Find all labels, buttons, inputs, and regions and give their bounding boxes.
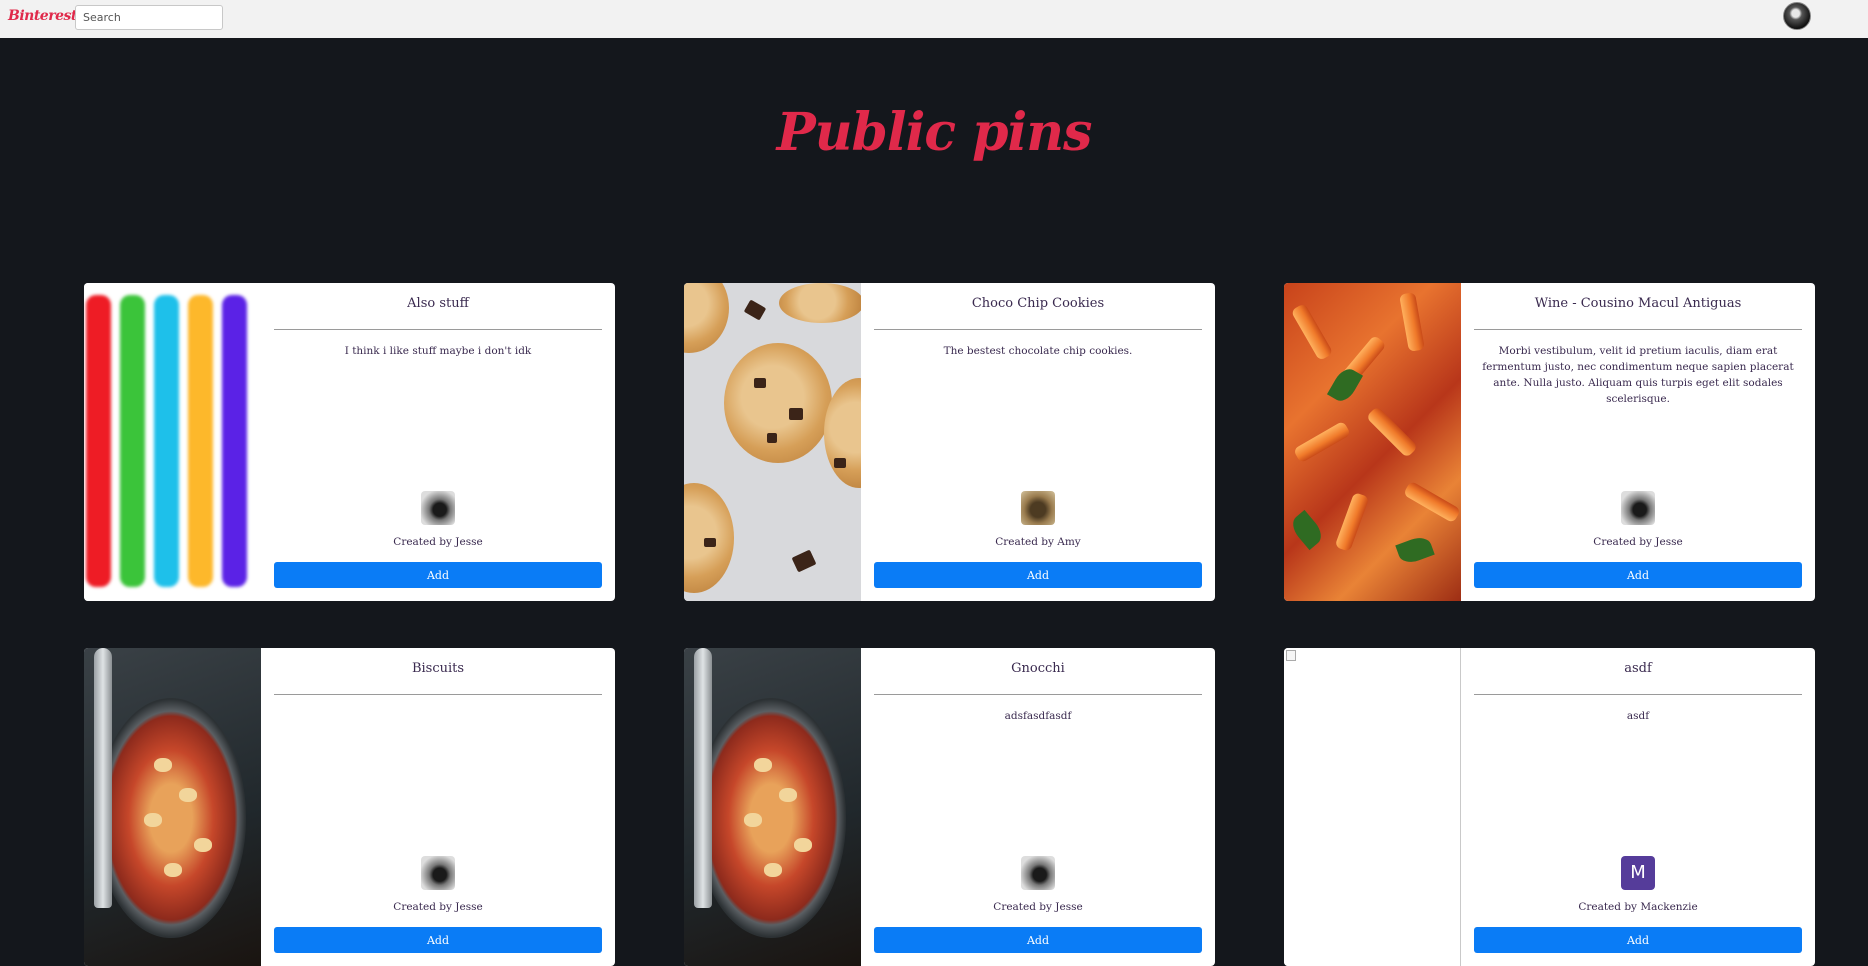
- pin-title: Choco Chip Cookies: [971, 296, 1105, 311]
- pin-title: Biscuits: [411, 661, 465, 676]
- created-by: Created by Amy: [995, 536, 1081, 548]
- pin-body: Biscuits Created by Jesse Add: [274, 648, 602, 966]
- page-title: Public pins: [776, 102, 1093, 163]
- pin-description: asdf: [1626, 710, 1650, 722]
- created-by: Created by Jesse: [393, 901, 483, 913]
- pin-title: Gnocchi: [1011, 661, 1065, 676]
- divider: [274, 329, 602, 330]
- divider: [874, 694, 1202, 695]
- top-navbar: Binterest: [0, 0, 1868, 38]
- pin-description: Morbi vestibulum, velit id pretium iacul…: [1482, 345, 1794, 405]
- broken-image-icon: [1286, 650, 1296, 661]
- creator-avatar: [421, 856, 455, 890]
- app-logo[interactable]: Binterest: [8, 8, 77, 24]
- pin-title: Also stuff: [407, 296, 469, 311]
- pin-card: Also stuff I think i like stuff maybe i …: [84, 283, 615, 601]
- add-button[interactable]: Add: [1474, 927, 1802, 953]
- add-button[interactable]: Add: [1474, 562, 1802, 588]
- pin-description: adsfasdfasdf: [1004, 710, 1072, 722]
- creator-avatar: M: [1621, 856, 1655, 890]
- creator-avatar: [1021, 856, 1055, 890]
- pin-title: Wine - Cousino Macul Antiguas: [1534, 296, 1742, 311]
- pin-image[interactable]: [684, 648, 861, 966]
- divider: [874, 329, 1202, 330]
- pin-image[interactable]: [84, 648, 261, 966]
- divider: [274, 694, 602, 695]
- divider: [1474, 329, 1802, 330]
- search-input[interactable]: [75, 5, 223, 30]
- pin-title: asdf: [1624, 661, 1652, 676]
- creator-avatar: [1021, 491, 1055, 525]
- user-avatar[interactable]: [1783, 2, 1811, 30]
- pin-image[interactable]: [684, 283, 861, 601]
- pin-description: The bestest chocolate chip cookies.: [943, 345, 1133, 357]
- add-button[interactable]: Add: [274, 562, 602, 588]
- pin-image[interactable]: [1284, 648, 1461, 966]
- divider: [1474, 694, 1802, 695]
- creator-avatar: [421, 491, 455, 525]
- pin-body: Wine - Cousino Macul Antiguas Morbi vest…: [1474, 283, 1802, 601]
- created-by: Created by Mackenzie: [1578, 901, 1698, 913]
- add-button[interactable]: Add: [274, 927, 602, 953]
- pin-card: Choco Chip Cookies The bestest chocolate…: [684, 283, 1215, 601]
- created-by: Created by Jesse: [1593, 536, 1683, 548]
- add-button[interactable]: Add: [874, 927, 1202, 953]
- creator-avatar: [1621, 491, 1655, 525]
- pin-body: Gnocchi adsfasdfasdf Created by Jesse Ad…: [874, 648, 1202, 966]
- pin-image[interactable]: [1284, 283, 1461, 601]
- pin-card: Biscuits Created by Jesse Add: [84, 648, 615, 966]
- pin-body: Also stuff I think i like stuff maybe i …: [274, 283, 602, 601]
- add-button[interactable]: Add: [874, 562, 1202, 588]
- pin-image[interactable]: [84, 283, 261, 601]
- created-by: Created by Jesse: [393, 536, 483, 548]
- pin-description: I think i like stuff maybe i don't idk: [344, 345, 532, 357]
- pin-body: asdf asdf M Created by Mackenzie Add: [1474, 648, 1802, 966]
- pin-body: Choco Chip Cookies The bestest chocolate…: [874, 283, 1202, 601]
- pin-card: Gnocchi adsfasdfasdf Created by Jesse Ad…: [684, 648, 1215, 966]
- pin-card: Wine - Cousino Macul Antiguas Morbi vest…: [1284, 283, 1815, 601]
- pin-card: asdf asdf M Created by Mackenzie Add: [1284, 648, 1815, 966]
- created-by: Created by Jesse: [993, 901, 1083, 913]
